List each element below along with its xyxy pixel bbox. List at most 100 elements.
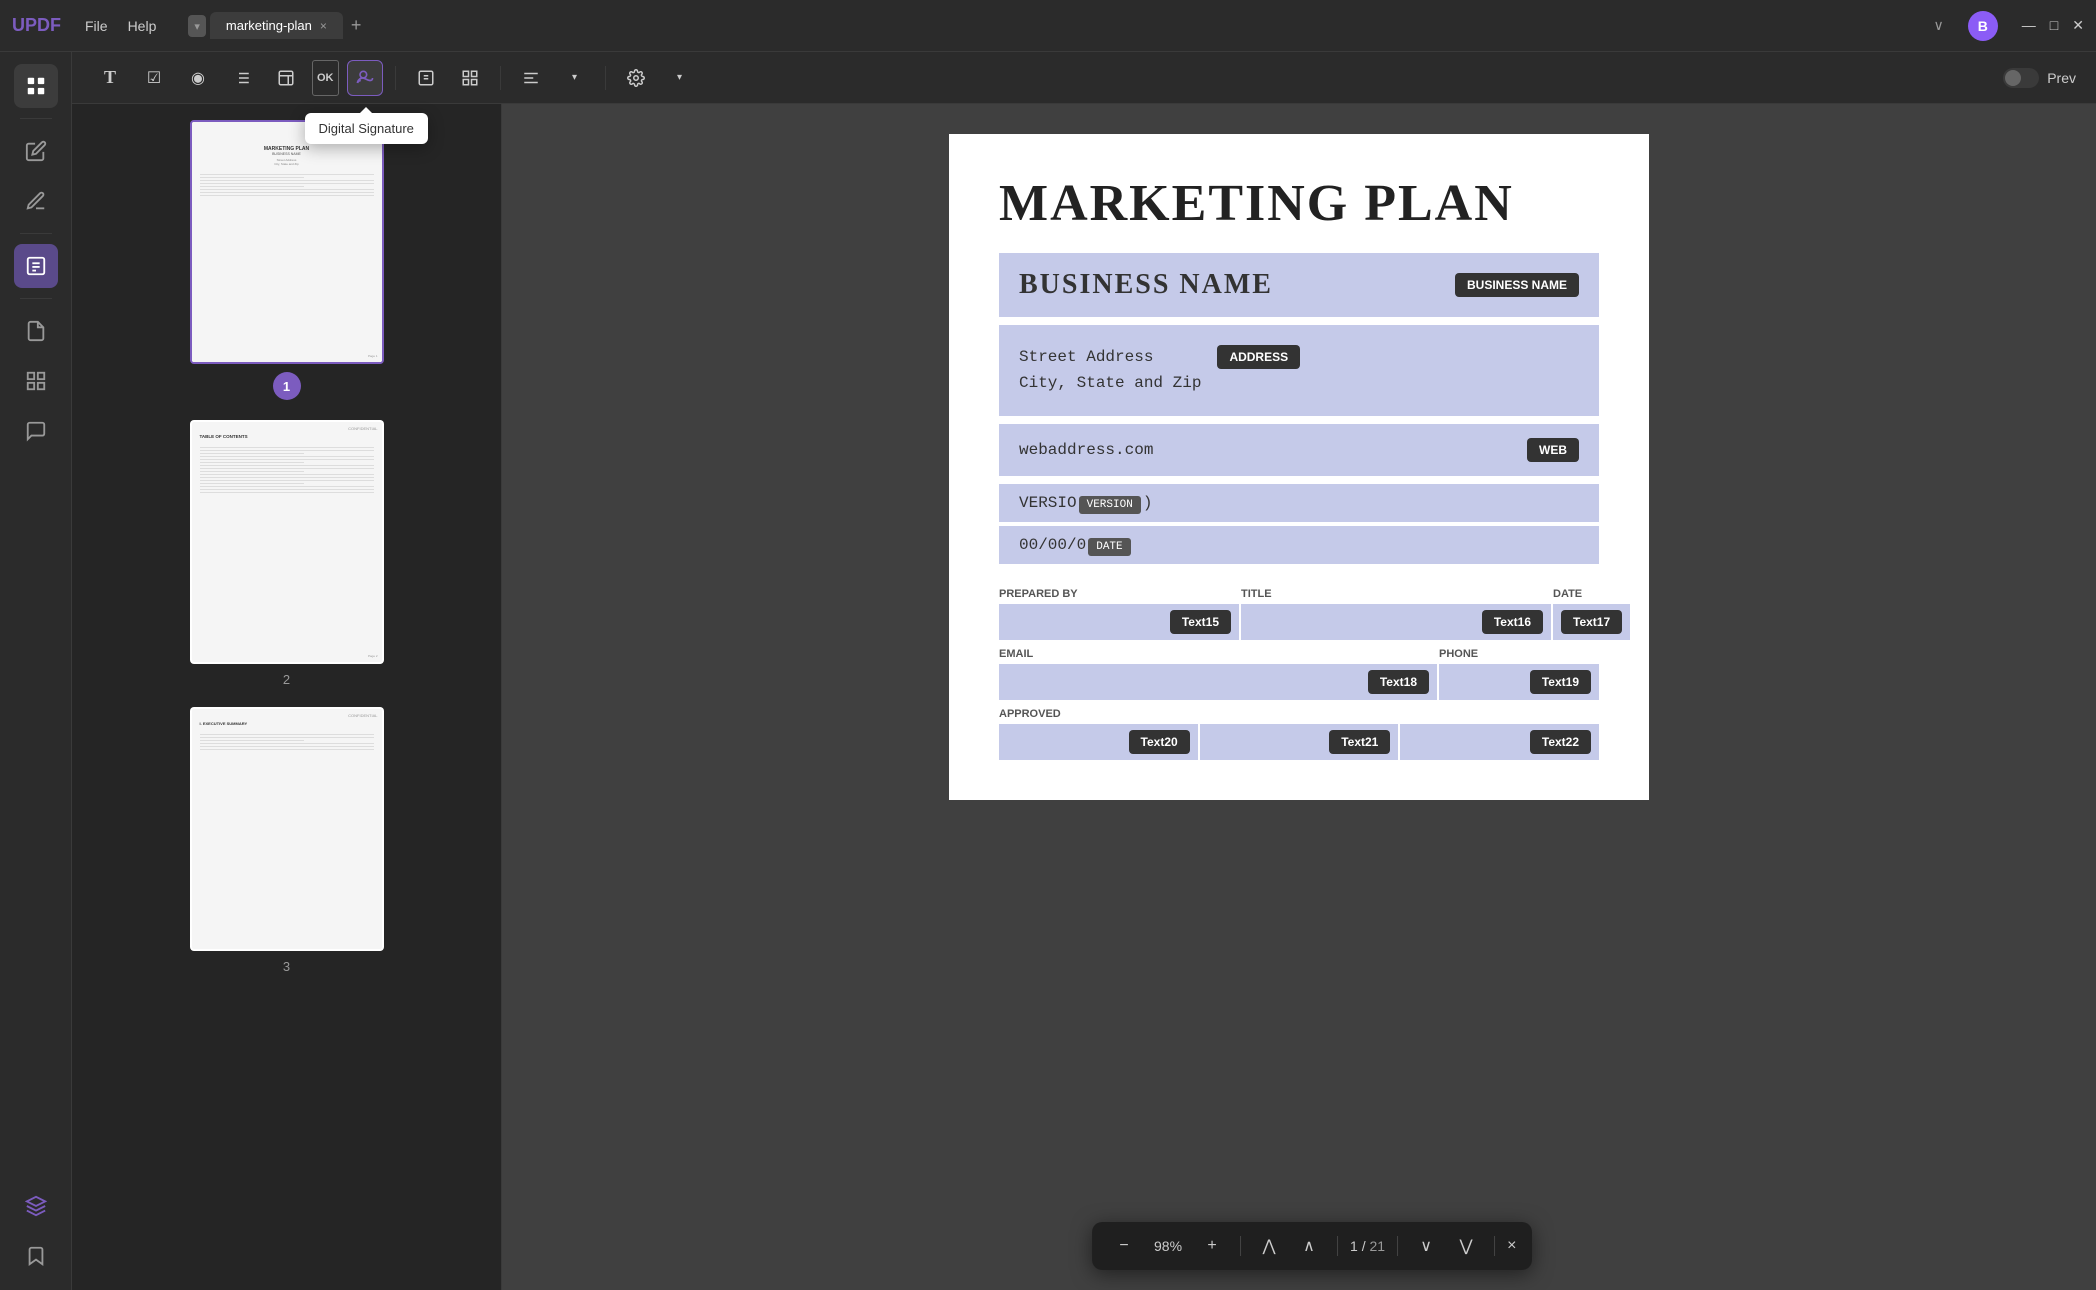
align-dropdown-button[interactable]: ▾ [557, 60, 593, 96]
maximize-button[interactable]: □ [2050, 17, 2058, 34]
sidebar-icon-layers[interactable] [14, 1184, 58, 1228]
web-section: webaddress.com WEB [999, 424, 1599, 476]
sidebar-icon-organize[interactable] [14, 359, 58, 403]
text15-badge[interactable]: Text15 [1170, 610, 1231, 634]
checkbox-tool-button[interactable]: ☑ [136, 60, 172, 96]
tab-close-icon[interactable]: × [320, 19, 327, 33]
settings-dropdown-button[interactable]: ▾ [662, 60, 698, 96]
web-badge[interactable]: WEB [1527, 438, 1579, 462]
address-badge[interactable]: ADDRESS [1217, 345, 1300, 369]
text-tool-button[interactable]: T [92, 60, 128, 96]
thumb-frame-2: CONFIDENTIAL TABLE OF CONTENTS [190, 420, 384, 664]
thumbnail-2[interactable]: CONFIDENTIAL TABLE OF CONTENTS [84, 420, 489, 687]
app-logo: UPDF [12, 15, 61, 36]
toolbar-divider-bottom-2 [1337, 1236, 1338, 1256]
text22-badge[interactable]: Text22 [1530, 730, 1591, 754]
date-badge[interactable]: DATE [1088, 538, 1130, 556]
align-tool-button[interactable] [513, 60, 549, 96]
text18-field[interactable]: Text18 [999, 664, 1437, 700]
divider-4 [395, 66, 396, 90]
signature-tool-button[interactable]: Digital Signature [347, 60, 383, 96]
zoom-in-button[interactable]: + [1196, 1230, 1228, 1262]
thumbnail-3[interactable]: CONFIDENTIAL I. EXECUTIVE SUMMARY [84, 707, 489, 974]
sidebar-icon-annotate[interactable] [14, 179, 58, 223]
combo-tool-button[interactable] [268, 60, 304, 96]
thumbnail-1[interactable]: CONFIDENTIAL MARKETING PLAN BUSINESS NAM… [84, 120, 489, 400]
nav-next-button[interactable]: ∨ [1410, 1230, 1442, 1262]
text17-badge[interactable]: Text17 [1561, 610, 1622, 634]
active-tab[interactable]: marketing-plan × [210, 12, 343, 39]
nav-last-button[interactable]: ⋁ [1450, 1230, 1482, 1262]
doc-title: MARKETING PLAN [999, 174, 1599, 233]
divider-5 [500, 66, 501, 90]
page-number-2: 2 [283, 672, 290, 687]
sidebar-icon-form[interactable] [14, 244, 58, 288]
text18-badge[interactable]: Text18 [1368, 670, 1429, 694]
text21-field[interactable]: Text21 [1200, 724, 1399, 760]
thumb-img-3: CONFIDENTIAL I. EXECUTIVE SUMMARY [192, 709, 382, 949]
address-text: Street Address City, State and Zip [1019, 345, 1201, 396]
date-col-label: DATE [1553, 588, 1599, 600]
business-name-badge[interactable]: BUSINESS NAME [1455, 273, 1579, 297]
nav-first-button[interactable]: ⋀ [1253, 1230, 1285, 1262]
bottom-toolbar: − 98% + ⋀ ∧ 1 / 21 ∨ ⋁ × [1092, 1222, 1532, 1270]
text20-field[interactable]: Text20 [999, 724, 1198, 760]
prepared-inputs: Text15 Text16 Text17 [999, 604, 1599, 640]
sidebar-icon-thumbnails[interactable] [14, 64, 58, 108]
tab-dropdown-icon: ▾ [194, 21, 200, 33]
toolbar: T ☑ ◉ OK Digital Signature [72, 52, 2096, 104]
zoom-percent: 98% [1148, 1238, 1188, 1254]
text16-badge[interactable]: Text16 [1482, 610, 1543, 634]
tab-dropdown[interactable]: ▾ [188, 15, 206, 37]
nav-prev-button[interactable]: ∧ [1293, 1230, 1325, 1262]
main-area: T ☑ ◉ OK Digital Signature [0, 52, 2096, 1290]
text22-field[interactable]: Text22 [1400, 724, 1599, 760]
main-content: T ☑ ◉ OK Digital Signature [72, 52, 2096, 1290]
text21-badge[interactable]: Text21 [1329, 730, 1390, 754]
list-tool-button[interactable] [224, 60, 260, 96]
avatar: B [1968, 11, 1998, 41]
business-name-row: BUSINESS NAME BUSINESS NAME [1019, 269, 1579, 301]
edit-tool-button[interactable] [408, 60, 444, 96]
thumb-img-1: CONFIDENTIAL MARKETING PLAN BUSINESS NAM… [192, 122, 382, 362]
button-tool-button[interactable]: OK [312, 60, 339, 96]
text17-field[interactable]: Text17 [1553, 604, 1630, 640]
sidebar-icon-pages[interactable] [14, 309, 58, 353]
text15-field[interactable]: Text15 [999, 604, 1239, 640]
close-button[interactable]: ✕ [2072, 17, 2084, 34]
radio-tool-button[interactable]: ◉ [180, 60, 216, 96]
web-text: webaddress.com [1019, 441, 1511, 459]
text19-badge[interactable]: Text19 [1530, 670, 1591, 694]
text16-field[interactable]: Text16 [1241, 604, 1551, 640]
phone-label: PHONE [1439, 648, 1599, 660]
menu-bar: File Help [85, 18, 156, 34]
chevron-down-icon[interactable]: ∨ [1934, 17, 1944, 34]
sidebar-icon-more[interactable] [14, 409, 58, 453]
grid-tool-button[interactable] [452, 60, 488, 96]
version-badge[interactable]: VERSION [1079, 496, 1141, 514]
minimize-button[interactable]: — [2022, 17, 2036, 34]
sidebar-icon-bookmark[interactable] [14, 1234, 58, 1278]
toolbar-divider-bottom-4 [1494, 1236, 1495, 1256]
version-row: VERSIOVERSION) [999, 484, 1599, 522]
close-bottom-toolbar-button[interactable]: × [1507, 1237, 1516, 1255]
window-controls: — □ ✕ [2022, 17, 2084, 34]
prepared-labels: PREPARED BY TITLE DATE [999, 588, 1599, 600]
zoom-out-button[interactable]: − [1108, 1230, 1140, 1262]
sidebar-icon-edit[interactable] [14, 129, 58, 173]
settings-tool-button[interactable] [618, 60, 654, 96]
thumb-frame-3: CONFIDENTIAL I. EXECUTIVE SUMMARY [190, 707, 384, 951]
prev-toggle[interactable] [2003, 68, 2039, 88]
add-tab-button[interactable]: + [351, 15, 362, 36]
doc-page: MARKETING PLAN BUSINESS NAME BUSINESS NA… [949, 134, 1649, 800]
thumb-frame-1: CONFIDENTIAL MARKETING PLAN BUSINESS NAM… [190, 120, 384, 364]
email-phone-labels: EMAIL PHONE [999, 648, 1599, 660]
menu-file[interactable]: File [85, 18, 108, 34]
email-phone-inputs: Text18 Text19 [999, 664, 1599, 700]
approved-inputs: Text20 Text21 Text22 [999, 724, 1599, 760]
text20-badge[interactable]: Text20 [1129, 730, 1190, 754]
menu-help[interactable]: Help [128, 18, 157, 34]
text19-field[interactable]: Text19 [1439, 664, 1599, 700]
toggle-knob [2005, 70, 2021, 86]
divider-3 [20, 298, 52, 299]
